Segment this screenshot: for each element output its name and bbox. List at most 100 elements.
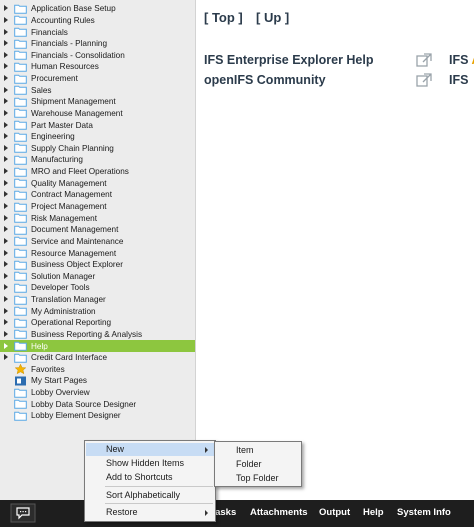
tree-item-resource-management[interactable]: Resource Management [0,247,195,259]
menu-item-add-to-shortcuts[interactable]: Add to Shortcuts [86,471,214,484]
tree-item-label: Translation Manager [31,295,106,305]
up-link[interactable]: [ Up ] [256,10,289,25]
attachments-button[interactable]: Attachments [250,507,308,518]
submenu-arrow-icon [205,509,208,516]
tree-item-warehouse-management[interactable]: Warehouse Management [0,108,195,120]
tree-item-risk-management[interactable]: Risk Management [0,212,195,224]
expand-arrow-icon[interactable] [0,236,12,247]
tree-item-solution-manager[interactable]: Solution Manager [0,270,195,282]
expand-arrow-icon[interactable] [0,166,12,177]
expand-arrow-icon[interactable] [0,282,12,293]
expand-arrow-icon[interactable] [0,96,12,107]
help-button[interactable]: Help [363,507,384,518]
tree-item-financials[interactable]: Financials [0,26,195,38]
submenu-item-item[interactable]: Item [216,444,300,457]
tree-item-label: Credit Card Interface [31,353,107,363]
tree-item-lobby-overview[interactable]: Lobby Overview [0,387,195,399]
tree-item-contract-management[interactable]: Contract Management [0,189,195,201]
tree-item-application-base-setup[interactable]: Application Base Setup [0,3,195,15]
tree-item-service-and-maintenance[interactable]: Service and Maintenance [0,236,195,248]
folder-icon [14,318,27,328]
chat-icon[interactable] [10,503,36,523]
output-button[interactable]: Output [319,507,350,518]
tree-item-mro-and-fleet-operations[interactable]: MRO and Fleet Operations [0,166,195,178]
expand-arrow-icon[interactable] [0,224,12,235]
expand-arrow-icon[interactable] [0,50,12,61]
tree-item-financials-planning[interactable]: Financials - Planning [0,38,195,50]
tree-item-lobby-data-source-designer[interactable]: Lobby Data Source Designer [0,398,195,410]
tree-item-procurement[interactable]: Procurement [0,73,195,85]
folder-icon [14,190,27,200]
expand-arrow-icon[interactable] [0,248,12,259]
folder-icon [14,341,27,351]
expand-arrow-icon[interactable] [0,294,12,305]
expand-arrow-icon[interactable] [0,352,12,363]
tree-item-accounting-rules[interactable]: Accounting Rules [0,15,195,27]
expand-arrow-icon[interactable] [0,143,12,154]
menu-item-show-hidden-items[interactable]: Show Hidden Items [86,457,214,470]
tree-item-operational-reporting[interactable]: Operational Reporting [0,317,195,329]
submenu-item-top-folder[interactable]: Top Folder [216,472,300,485]
expand-arrow-icon[interactable] [0,27,12,38]
expand-arrow-icon[interactable] [0,329,12,340]
tree-item-lobby-element-designer[interactable]: Lobby Element Designer [0,410,195,422]
tree-item-favorites[interactable]: Favorites [0,364,195,376]
help-link-enterprise-explorer[interactable]: IFS Enterprise Explorer Help [204,53,374,67]
folder-icon [14,260,27,270]
expand-arrow-icon[interactable] [0,201,12,212]
tree-item-sales[interactable]: Sales [0,84,195,96]
tree-item-quality-management[interactable]: Quality Management [0,177,195,189]
tree-item-financials-consolidation[interactable]: Financials - Consolidation [0,50,195,62]
folder-icon [14,16,27,26]
help-link-openifs-community[interactable]: openIFS Community [204,73,326,87]
tree-item-help[interactable]: Help [0,340,195,352]
tree-item-human-resources[interactable]: Human Resources [0,61,195,73]
external-link-icon[interactable] [416,53,432,67]
menu-item-sort-alphabetically[interactable]: Sort Alphabetically [86,489,214,502]
expand-arrow-icon[interactable] [0,15,12,26]
expand-arrow-icon[interactable] [0,213,12,224]
system-info-button[interactable]: System Info [397,507,451,518]
top-link[interactable]: [ Top ] [204,10,243,25]
expand-arrow-icon[interactable] [0,38,12,49]
help-link-ifs-truncated[interactable]: IFS [449,73,468,87]
expand-arrow-icon[interactable] [0,61,12,72]
expand-arrow-icon[interactable] [0,317,12,328]
expand-arrow-icon[interactable] [0,3,12,14]
tree-item-part-master-data[interactable]: Part Master Data [0,119,195,131]
tree-item-business-reporting-analysis[interactable]: Business Reporting & Analysis [0,329,195,341]
expand-arrow-icon[interactable] [0,306,12,317]
expand-arrow-icon[interactable] [0,271,12,282]
tree-item-engineering[interactable]: Engineering [0,131,195,143]
tree-item-label: Sales [31,85,52,95]
tree-item-project-management[interactable]: Project Management [0,201,195,213]
tree-item-manufacturing[interactable]: Manufacturing [0,154,195,166]
tree-item-developer-tools[interactable]: Developer Tools [0,282,195,294]
tree-item-document-management[interactable]: Document Management [0,224,195,236]
tree-item-my-administration[interactable]: My Administration [0,305,195,317]
submenu-item-folder[interactable]: Folder [216,458,300,471]
expand-arrow-icon[interactable] [0,189,12,200]
expand-arrow-icon[interactable] [0,154,12,165]
expand-arrow-icon[interactable] [0,131,12,142]
menu-item-restore[interactable]: Restore [86,506,214,519]
menu-item-new[interactable]: New [86,443,214,456]
folder-icon [14,4,27,14]
expand-arrow-icon[interactable] [0,259,12,270]
help-link-ifs-truncated[interactable]: IFS A [449,53,474,67]
folder-icon [14,39,27,49]
tree-item-translation-manager[interactable]: Translation Manager [0,294,195,306]
tree-item-business-object-explorer[interactable]: Business Object Explorer [0,259,195,271]
expand-arrow-icon[interactable] [0,120,12,131]
tree-item-credit-card-interface[interactable]: Credit Card Interface [0,352,195,364]
expand-arrow-icon[interactable] [0,73,12,84]
expand-arrow-icon[interactable] [0,341,12,352]
folder-icon [14,213,27,223]
tree-item-shipment-management[interactable]: Shipment Management [0,96,195,108]
expand-arrow-icon[interactable] [0,108,12,119]
expand-arrow-icon[interactable] [0,178,12,189]
expand-arrow-icon[interactable] [0,85,12,96]
external-link-icon[interactable] [416,73,432,87]
tree-item-supply-chain-planning[interactable]: Supply Chain Planning [0,143,195,155]
tree-item-my-start-pages[interactable]: My Start Pages [0,375,195,387]
